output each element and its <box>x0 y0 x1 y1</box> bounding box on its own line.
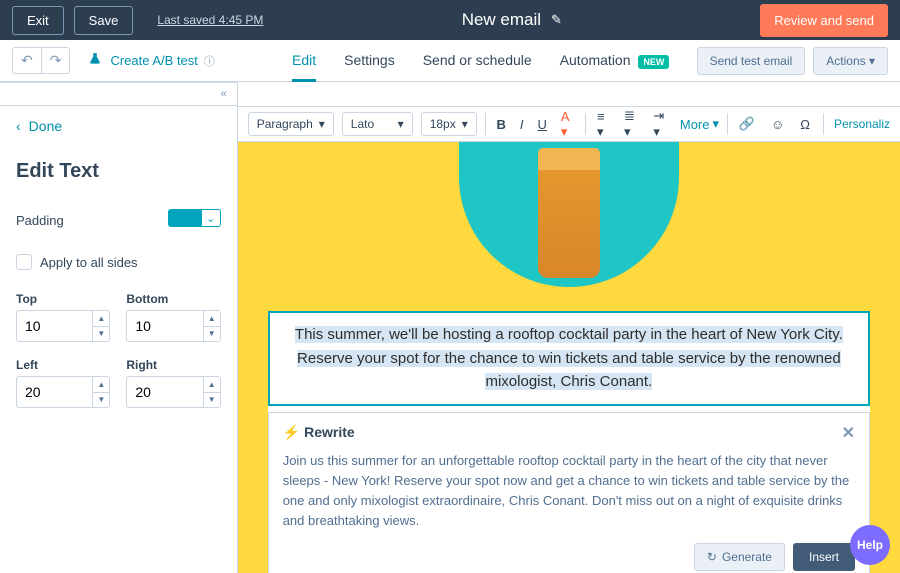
review-and-send-button[interactable]: Review and send <box>760 4 888 37</box>
link-icon[interactable]: 🔗 <box>736 116 758 132</box>
padding-row: Padding ⌄ <box>0 201 237 240</box>
tab-send-or-schedule[interactable]: Send or schedule <box>423 41 532 82</box>
padding-right-field[interactable] <box>126 376 202 408</box>
menubar-left: ↶ ↷ Create A/B test ⓘ <box>12 47 215 74</box>
insert-button[interactable]: Insert <box>793 543 855 571</box>
padding-top-input: ▲▼ <box>16 310 110 342</box>
actions-dropdown[interactable]: Actions ▾ <box>813 47 888 75</box>
done-button[interactable]: ‹ Done <box>0 106 237 146</box>
padding-right-input: ▲▼ <box>126 376 220 408</box>
separator <box>823 113 824 135</box>
rich-text-toolbar: Paragraph▾ Lato▾ 18px▾ B I U A ▾ ≡ ▾ ≣ ▾… <box>238 106 900 142</box>
hero-image <box>459 142 679 287</box>
apply-all-checkbox[interactable] <box>16 254 32 270</box>
section-title: Edit Text <box>0 146 237 201</box>
cocktail-glass-graphic <box>538 148 600 278</box>
chevron-down-icon: ⌄ <box>201 209 221 227</box>
personalize-button[interactable]: Personaliz <box>834 117 890 131</box>
email-body-background: This summer, we'll be hosting a rooftop … <box>238 142 900 573</box>
menubar-right: Send test email Actions ▾ <box>697 47 888 75</box>
ab-test-label: Create A/B test <box>110 53 197 68</box>
save-button[interactable]: Save <box>74 6 134 35</box>
refresh-icon: ↻ <box>707 550 717 564</box>
main-tabs: Edit Settings Send or schedule Automatio… <box>292 40 669 82</box>
collapse-sidebar-button[interactable]: « <box>0 82 237 106</box>
separator <box>727 113 728 135</box>
body-text: This summer, we'll be hosting a rooftop … <box>295 326 843 390</box>
undo-button[interactable]: ↶ <box>13 48 42 73</box>
selected-text-block[interactable]: This summer, we'll be hosting a rooftop … <box>268 311 870 406</box>
padding-left-label: Left <box>16 358 110 372</box>
close-icon[interactable]: ✕ <box>842 423 855 443</box>
padding-bottom-input: ▲▼ <box>126 310 220 342</box>
left-sidebar: « ‹ Done Edit Text Padding ⌄ Apply to al… <box>0 82 238 573</box>
flask-icon <box>88 52 104 69</box>
rewrite-panel: ⚡Rewrite ✕ Join us this summer for an un… <box>268 412 870 573</box>
rewrite-header: ⚡Rewrite ✕ <box>283 423 855 443</box>
apply-all-sides-row: Apply to all sides <box>0 240 237 284</box>
last-saved-link[interactable]: Last saved 4:45 PM <box>157 13 263 27</box>
padding-toggle[interactable]: ⌄ <box>168 209 221 232</box>
chevron-down-icon: ▾ <box>319 117 325 131</box>
email-canvas: Paragraph▾ Lato▾ 18px▾ B I U A ▾ ≡ ▾ ≣ ▾… <box>238 82 900 573</box>
chevron-down-icon: ▾ <box>398 117 404 131</box>
underline-button[interactable]: U <box>535 117 550 132</box>
workspace: « ‹ Done Edit Text Padding ⌄ Apply to al… <box>0 82 900 573</box>
apply-all-label: Apply to all sides <box>40 255 138 270</box>
padding-top-label: Top <box>16 292 110 306</box>
padding-top-bottom: Top ▲▼ Bottom ▲▼ <box>0 284 237 350</box>
padding-left-stepper[interactable]: ▲▼ <box>92 376 110 408</box>
padding-label: Padding <box>16 213 64 228</box>
topbar-left: Exit Save Last saved 4:45 PM <box>12 6 263 35</box>
top-bar: Exit Save Last saved 4:45 PM New email ✎… <box>0 0 900 40</box>
redo-button[interactable]: ↷ <box>42 48 70 73</box>
bolt-icon: ⚡ <box>283 424 300 440</box>
padding-right-label: Right <box>126 358 220 372</box>
padding-left-field[interactable] <box>16 376 92 408</box>
tab-edit[interactable]: Edit <box>292 41 316 82</box>
email-title: New email ✎ <box>462 10 562 30</box>
padding-right-stepper[interactable]: ▲▼ <box>203 376 221 408</box>
font-size-dropdown[interactable]: 18px▾ <box>421 112 477 136</box>
create-ab-test-button[interactable]: Create A/B test ⓘ <box>88 52 214 69</box>
content-block: This summer, we'll be hosting a rooftop … <box>268 311 870 573</box>
special-char-icon[interactable]: Ω <box>797 117 813 132</box>
rewrite-suggestion: Join us this summer for an unforgettable… <box>283 451 855 532</box>
undo-redo-group: ↶ ↷ <box>12 47 70 74</box>
chevron-down-icon: ▾ <box>462 117 468 131</box>
separator <box>485 113 486 135</box>
rewrite-actions: ↻Generate Insert <box>283 543 855 571</box>
padding-left-input: ▲▼ <box>16 376 110 408</box>
help-button[interactable]: Help <box>850 525 890 565</box>
font-family-dropdown[interactable]: Lato▾ <box>342 112 413 136</box>
rewrite-title: Rewrite <box>304 424 355 440</box>
paragraph-style-dropdown[interactable]: Paragraph▾ <box>248 112 334 136</box>
send-test-email-button[interactable]: Send test email <box>697 47 806 75</box>
edit-title-icon[interactable]: ✎ <box>551 12 562 28</box>
padding-top-field[interactable] <box>16 310 92 342</box>
separator <box>585 113 586 135</box>
text-color-button[interactable]: A ▾ <box>558 109 577 140</box>
italic-button[interactable]: I <box>517 117 527 132</box>
bold-button[interactable]: B <box>494 117 509 132</box>
padding-bottom-stepper[interactable]: ▲▼ <box>203 310 221 342</box>
padding-bottom-label: Bottom <box>126 292 220 306</box>
align-button[interactable]: ≡ ▾ <box>594 109 613 140</box>
padding-bottom-field[interactable] <box>126 310 202 342</box>
more-dropdown[interactable]: More ▾ <box>680 116 719 132</box>
emoji-icon[interactable]: ☺ <box>768 117 787 132</box>
done-label: Done <box>29 118 62 134</box>
info-icon[interactable]: ⓘ <box>204 53 215 69</box>
tab-settings[interactable]: Settings <box>344 41 395 82</box>
list-button[interactable]: ≣ ▾ <box>621 108 642 140</box>
indent-button[interactable]: ⇥ ▾ <box>650 108 671 140</box>
tab-automation[interactable]: Automation NEW <box>560 41 670 82</box>
padding-top-stepper[interactable]: ▲▼ <box>92 310 110 342</box>
new-badge: NEW <box>638 55 669 69</box>
generate-button[interactable]: ↻Generate <box>694 543 785 571</box>
title-text: New email <box>462 10 541 30</box>
padding-left-right: Left ▲▼ Right ▲▼ <box>0 350 237 416</box>
exit-button[interactable]: Exit <box>12 6 64 35</box>
chevron-left-icon: ‹ <box>16 118 21 134</box>
